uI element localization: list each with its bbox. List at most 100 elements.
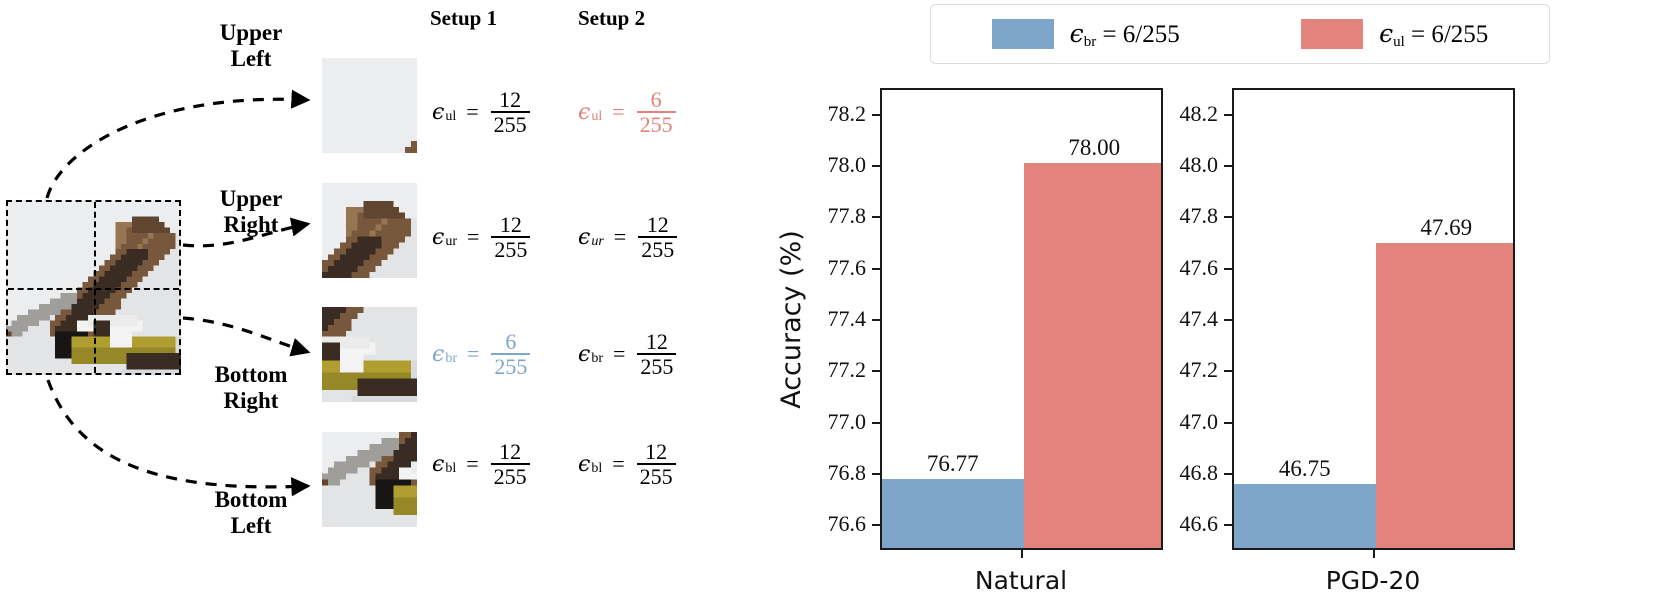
y-tick-mark: [1224, 524, 1232, 527]
chart-legend: ϵbr = 6/255 ϵul = 6/255: [930, 4, 1550, 64]
fraction-denominator: 255: [636, 463, 676, 488]
equation-setup1-ur: ϵ ur = 12 255: [432, 212, 531, 261]
fraction-numerator: 6: [505, 329, 517, 354]
bars-container-pgd20: 46.75 47.69: [1234, 90, 1513, 548]
fraction: 6 255: [491, 329, 531, 378]
equation-setup1-bl: ϵ bl = 12 255: [432, 440, 530, 488]
epsilon-symbol: ϵ: [432, 451, 445, 477]
bar-value-label: 46.75: [1278, 455, 1331, 481]
equals-sign: =: [613, 224, 627, 250]
y-axis-label-text: Accuracy (%): [775, 229, 807, 409]
equals-sign: =: [612, 451, 625, 477]
arrow-to-bottom-left: [46, 379, 311, 497]
epsilon-subscript: br: [591, 351, 603, 367]
legend-label-blue: ϵbr = 6/255: [1069, 19, 1180, 50]
fraction: 12 255: [637, 330, 677, 378]
fraction: 12 255: [490, 87, 530, 136]
epsilon-symbol: ϵ: [578, 99, 591, 125]
bars-container-natural: 76.77 78.00: [882, 90, 1161, 548]
fraction-denominator: 255: [490, 111, 530, 136]
fraction-numerator: 12: [499, 87, 522, 112]
y-tick-mark: [872, 370, 880, 373]
equation-setup2-bl: ϵ bl = 12 255: [578, 440, 676, 488]
y-tick-mark: [1224, 421, 1232, 424]
bar-natural-1: [1023, 163, 1161, 548]
fraction-denominator: 255: [491, 236, 531, 261]
setup-1-header: Setup 1: [430, 6, 498, 30]
legend-swatch-blue: [991, 19, 1054, 49]
legend-swatch-red: [1301, 19, 1364, 49]
epsilon-subscript: bl: [445, 461, 457, 477]
y-tick-mark: [872, 421, 880, 424]
epsilon-subscript: bl: [591, 461, 603, 477]
bar-pgd-20-1: [1375, 242, 1513, 548]
equation-setup2-ur: ϵ ur = 12 255: [578, 213, 678, 261]
epsilon-subscript: br: [1083, 34, 1097, 50]
epsilon-subscript: ul: [445, 109, 457, 125]
y-tick-mark: [1224, 473, 1232, 475]
x-tick-mark-natural: [1021, 550, 1023, 558]
y-tick-mark: [1224, 267, 1232, 270]
bar-value-label: 47.69: [1420, 214, 1473, 240]
x-axis-label-natural: Natural: [974, 566, 1068, 595]
epsilon-subscript: br: [445, 351, 457, 367]
setup-2-header: Setup 2: [578, 6, 646, 30]
y-tick-mark: [1224, 319, 1232, 321]
fraction: 12 255: [636, 440, 676, 488]
x-tick-mark-pgd20: [1373, 550, 1375, 558]
epsilon-subscript: ur: [445, 234, 457, 250]
y-tick-mark: [872, 216, 880, 219]
epsilon-subscript: ur: [591, 234, 604, 250]
equation-setup1-ul: ϵ ul = 12 255: [432, 88, 530, 136]
equation-setup2-br: ϵ br = 12 255: [578, 330, 677, 378]
fraction: 12 255: [491, 212, 531, 261]
fraction-numerator: 6: [650, 87, 662, 112]
bar-value-label: 76.77: [926, 450, 979, 476]
epsilon-symbol: ϵ: [578, 451, 591, 477]
y-tick-mark: [872, 113, 880, 116]
bar-pgd-20-0: [1234, 483, 1376, 548]
legend-value: = 6/255: [1102, 21, 1180, 48]
y-tick-mark: [872, 267, 880, 270]
epsilon-subscript: ul: [1393, 34, 1405, 50]
charts-area: ϵbr = 6/255 ϵul = 6/255 Accuracy (%) 76.…: [745, 0, 1661, 595]
bar-value-label: 78.00: [1068, 135, 1121, 160]
equals-sign: =: [613, 341, 626, 367]
y-tick-mark: [872, 165, 880, 167]
epsilon-symbol: ϵ: [1069, 19, 1084, 48]
arrow-to-upper-left: [45, 89, 311, 199]
plot-area-pgd20: 46.75 47.69: [1232, 88, 1515, 550]
fraction-numerator: 12: [499, 212, 522, 237]
equals-sign: =: [466, 451, 479, 477]
epsilon-symbol: ϵ: [432, 341, 445, 367]
fraction: 12 255: [490, 439, 530, 488]
quadrant-diagram: Upper Left Upper Right Bottom Right Bott…: [0, 0, 745, 586]
fraction-denominator: 255: [637, 353, 677, 378]
fraction-numerator: 12: [499, 439, 522, 464]
y-tick-mark: [872, 473, 880, 475]
x-axis-label-pgd20: PGD-20: [1325, 566, 1421, 595]
legend-value: = 6/255: [1411, 21, 1489, 48]
y-tick-mark: [872, 524, 880, 527]
fraction-denominator: 255: [490, 463, 530, 488]
y-tick-mark: [872, 319, 880, 321]
equals-sign: =: [612, 99, 625, 125]
equation-setup2-ul: ϵ ul = 6 255: [578, 88, 676, 136]
y-tick-mark: [1224, 113, 1232, 116]
legend-entry-red: ϵul = 6/255: [1301, 19, 1489, 50]
fraction-denominator: 255: [491, 353, 531, 378]
epsilon-symbol: ϵ: [432, 224, 445, 250]
epsilon-symbol: ϵ: [432, 99, 445, 125]
epsilon-symbol: ϵ: [578, 224, 591, 250]
legend-label-red: ϵul = 6/255: [1379, 19, 1489, 50]
fraction-denominator: 255: [638, 236, 678, 261]
y-tick-mark: [1224, 370, 1232, 373]
equals-sign: =: [466, 99, 479, 125]
equals-sign: =: [467, 224, 480, 250]
y-axis-label: Accuracy (%): [771, 88, 811, 550]
equation-setup1-br: ϵ br = 6 255: [432, 329, 531, 378]
epsilon-symbol: ϵ: [1379, 19, 1394, 48]
arrow-to-bottom-right: [182, 316, 311, 357]
epsilon-symbol: ϵ: [578, 341, 591, 367]
y-tick-mark: [1224, 216, 1232, 219]
